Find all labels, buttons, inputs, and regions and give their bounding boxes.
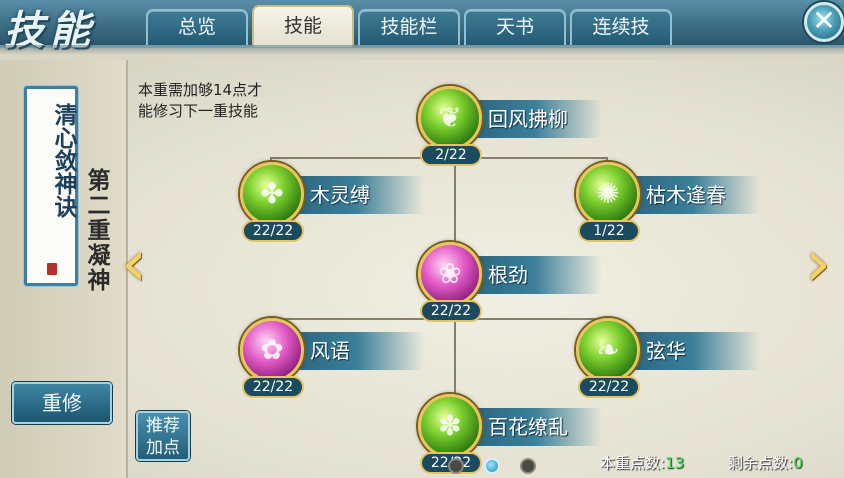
skill-level-badge: 2/22 [420, 144, 482, 166]
skill-name: 百花缭乱 [488, 415, 568, 439]
skill-orb-icon: ✿ [240, 318, 304, 382]
skill-level-badge: 22/22 [242, 220, 304, 242]
skill-name: 根劲 [488, 263, 528, 287]
chevron-right-icon[interactable]: › [796, 232, 840, 296]
tier-points-label: 本重点数: [600, 454, 666, 472]
tab-overview[interactable]: 总览 [146, 9, 248, 45]
skill-node-mulingfu[interactable]: ✤ 木灵缚 22/22 [234, 162, 424, 242]
recommend-points-button[interactable]: 推荐 加点 [136, 411, 190, 461]
tier-points: 本重点数:13 [600, 452, 684, 473]
skill-orb-icon: ✺ [576, 162, 640, 226]
skill-orb-icon: ✽ [418, 394, 482, 458]
recommend-label-line2: 加点 [146, 438, 180, 458]
skill-node-kumu-fengchun[interactable]: ✺ 枯木逢春 1/22 [570, 162, 760, 242]
remaining-points: 剩余点数:0 [728, 452, 803, 473]
header-bar: 技能 总览 技能 技能栏 天书 连续技 [0, 0, 844, 55]
skill-level-badge: 22/22 [242, 376, 304, 398]
skill-node-fengyu[interactable]: ✿ 风语 22/22 [234, 318, 424, 398]
page-dot-active[interactable] [484, 458, 500, 474]
skill-node-genjin[interactable]: ❀ 根劲 22/22 [412, 242, 602, 322]
skill-name: 回风拂柳 [488, 107, 568, 131]
close-button[interactable]: ✕ [804, 2, 844, 42]
tab-skill-bar[interactable]: 技能栏 [358, 9, 460, 45]
realm-label: 第二重凝神 [83, 168, 110, 293]
skill-name: 弦华 [646, 339, 686, 363]
skill-name: 木灵缚 [310, 183, 370, 207]
remaining-points-value: 0 [793, 454, 803, 472]
unlock-hint-line1: 本重需加够14点才 [138, 81, 263, 99]
skill-orb-icon: ❧ [576, 318, 640, 382]
skill-orb-icon: ❀ [418, 242, 482, 306]
tab-skills[interactable]: 技能 [252, 5, 354, 47]
unlock-hint: 本重需加够14点才 能修习下一重技能 [138, 80, 298, 122]
close-icon: ✕ [812, 4, 836, 37]
skill-node-xianhua[interactable]: ❧ 弦华 22/22 [570, 318, 760, 398]
unlock-hint-line2: 能修习下一重技能 [138, 102, 259, 120]
remaining-points-label: 剩余点数: [728, 454, 794, 472]
page-dot[interactable] [448, 458, 464, 474]
tier-points-value: 13 [665, 454, 685, 472]
skill-tree-title: 清心敛神诀 [50, 103, 77, 218]
skill-level-badge: 22/22 [420, 300, 482, 322]
skill-node-huifeng-fuliu[interactable]: ❦ 回风拂柳 2/22 [412, 86, 602, 166]
seal-stamp-icon [47, 263, 57, 275]
skill-orb-icon: ✤ [240, 162, 304, 226]
tab-combo-skills[interactable]: 连续技 [570, 9, 672, 45]
reset-skills-button[interactable]: 重修 [12, 382, 112, 424]
skill-orb-icon: ❦ [418, 86, 482, 150]
skill-name: 枯木逢春 [646, 183, 726, 207]
skill-level-badge: 1/22 [578, 220, 640, 242]
tab-heavenly-book[interactable]: 天书 [464, 9, 566, 45]
skill-tree-scroll[interactable]: 清心敛神诀 [24, 86, 78, 286]
recommend-label-line1: 推荐 [146, 416, 180, 436]
skill-node-baihua-liaoluan[interactable]: ✽ 百花缭乱 22/22 [412, 394, 602, 474]
chevron-left-icon[interactable]: ‹ [112, 232, 156, 296]
skill-name: 风语 [310, 339, 350, 363]
page-title: 技能 [4, 7, 96, 54]
page-dot[interactable] [520, 458, 536, 474]
